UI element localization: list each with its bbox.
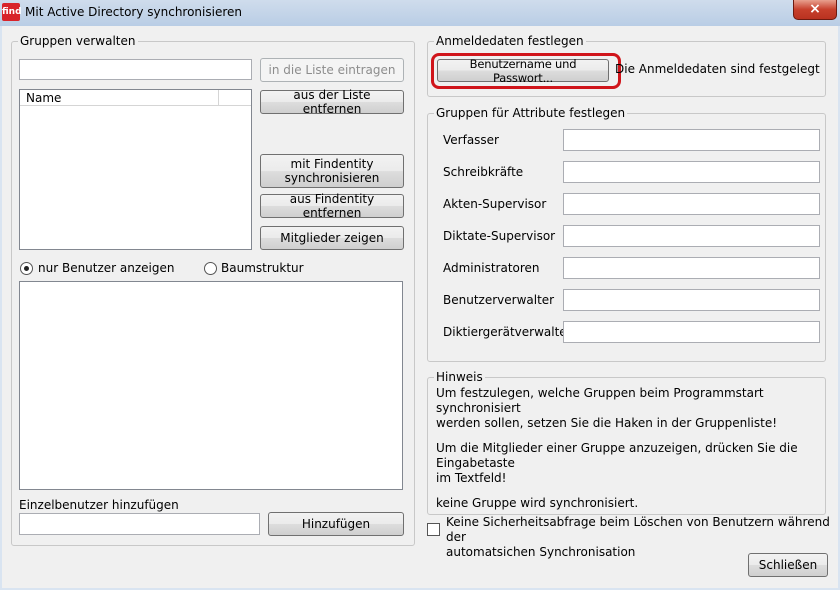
remove-findentity-button[interactable]: aus Findentity entfernen xyxy=(260,192,404,220)
app-logo-icon: find xyxy=(2,3,22,21)
members-list[interactable] xyxy=(19,281,403,490)
single-user-label: Einzelbenutzer hinzufügen xyxy=(19,498,179,512)
hint-para1-line1: Um festzulegen, welche Gruppen beim Prog… xyxy=(436,386,764,415)
window-title: Mit Active Directory synchronisieren xyxy=(25,5,243,19)
field-input-verfasser[interactable] xyxy=(563,129,820,151)
credentials-legend: Anmeldedaten festlegen xyxy=(434,34,586,48)
sync-findentity-button[interactable]: mit Findentity synchronisieren xyxy=(260,154,404,188)
hint-text: Um festzulegen, welche Gruppen beim Prog… xyxy=(436,386,824,511)
field-label-administratoren: Administratoren xyxy=(443,261,540,275)
hint-para2-line1: Um die Mitglieder einer Gruppe anzuzeige… xyxy=(436,441,798,470)
field-input-schreibkraefte[interactable] xyxy=(563,161,820,183)
field-input-benutzerverwalter[interactable] xyxy=(563,289,820,311)
window-close-button[interactable]: × xyxy=(793,0,837,20)
add-user-button[interactable]: Hinzufügen xyxy=(268,512,404,536)
radio-users-only-label[interactable]: nur Benutzer anzeigen xyxy=(38,261,175,275)
single-user-input[interactable] xyxy=(19,513,260,535)
radio-users-only[interactable] xyxy=(20,262,33,275)
column-divider[interactable] xyxy=(218,90,219,106)
no-confirm-checkbox[interactable] xyxy=(427,523,440,536)
field-label-diktate-supervisor: Diktate-Supervisor xyxy=(443,229,556,243)
list-header-name[interactable]: Name xyxy=(26,91,61,105)
hint-para1-line2: werden sollen, setzen Sie die Haken in d… xyxy=(436,416,778,430)
credentials-status: Die Anmeldedaten sind festgelegt xyxy=(615,62,820,76)
group-name-input[interactable] xyxy=(19,59,252,80)
title-bar: find Mit Active Directory synchronisiere… xyxy=(0,0,840,26)
no-confirm-label-line1: Keine Sicherheitsabfrage beim Löschen vo… xyxy=(446,515,830,544)
field-label-diktiergeraetverwalter: Diktiergerätverwalter xyxy=(443,325,572,339)
field-input-administratoren[interactable] xyxy=(563,257,820,279)
sync-findentity-line2: synchronisieren xyxy=(284,171,380,185)
radio-tree-view[interactable] xyxy=(204,262,217,275)
field-label-akten-supervisor: Akten-Supervisor xyxy=(443,197,547,211)
hint-para2-line2: im Textfeld! xyxy=(436,471,507,485)
remove-from-list-button[interactable]: aus der Liste entfernen xyxy=(260,88,404,116)
hint-legend: Hinweis xyxy=(434,370,485,384)
field-label-benutzerverwalter: Benutzerverwalter xyxy=(443,293,555,307)
groups-list[interactable]: Name xyxy=(19,89,252,250)
field-label-schreibkraefte: Schreibkräfte xyxy=(443,165,524,179)
show-members-button[interactable]: Mitglieder zeigen xyxy=(260,226,404,250)
groups-list-header: Name xyxy=(20,90,251,106)
close-button[interactable]: Schließen xyxy=(748,553,828,577)
radio-tree-view-label[interactable]: Baumstruktur xyxy=(221,261,304,275)
highlight-annotation xyxy=(431,53,621,89)
hint-sync-status: keine Gruppe wird synchronisiert. xyxy=(436,496,639,510)
groups-legend: Gruppen verwalten xyxy=(18,34,138,48)
sync-findentity-line1: mit Findentity xyxy=(290,157,374,171)
field-input-diktate-supervisor[interactable] xyxy=(563,225,820,247)
add-to-list-button[interactable]: in die Liste eintragen xyxy=(260,58,404,82)
field-input-akten-supervisor[interactable] xyxy=(563,193,820,215)
field-input-diktiergeraetverwalter[interactable] xyxy=(563,321,820,343)
field-label-verfasser: Verfasser xyxy=(443,133,499,147)
attributes-legend: Gruppen für Attribute festlegen xyxy=(434,106,628,120)
